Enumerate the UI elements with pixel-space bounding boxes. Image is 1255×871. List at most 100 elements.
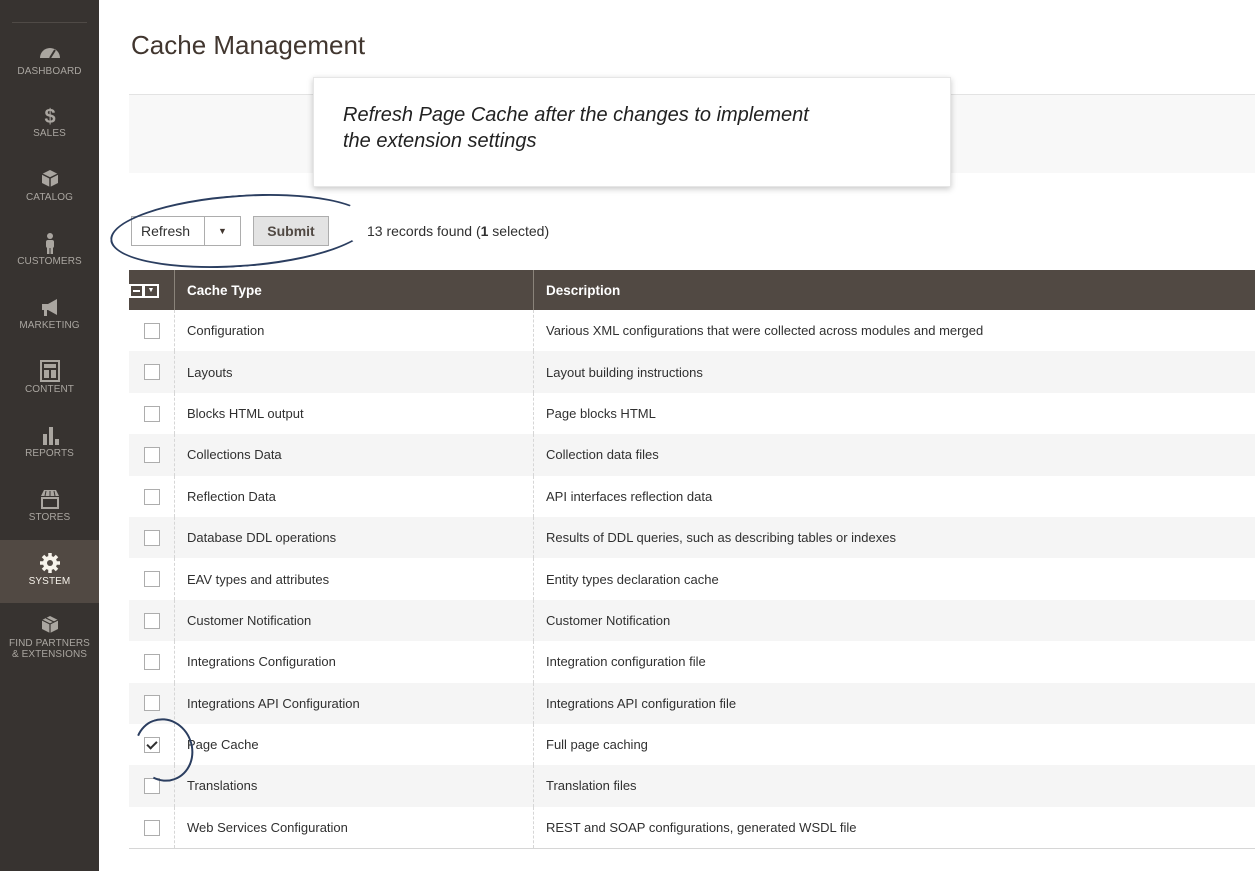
- records-count: 13 records found (1 selected): [367, 223, 549, 239]
- description-cell: Collection data files: [533, 434, 1255, 476]
- svg-text:$: $: [44, 106, 55, 126]
- sidebar-item-stores[interactable]: STORES: [0, 482, 99, 544]
- table-row[interactable]: Reflection Data API interfaces reflectio…: [129, 475, 1255, 517]
- sidebar-item-catalog[interactable]: CATALOG: [0, 162, 99, 224]
- description-cell: Results of DDL queries, such as describi…: [533, 516, 1255, 559]
- description-cell: API interfaces reflection data: [533, 475, 1255, 517]
- table-row[interactable]: Integrations API Configuration Integrati…: [129, 682, 1255, 724]
- description-cell: Layout building instructions: [533, 351, 1255, 393]
- sidebar-divider: [12, 22, 87, 23]
- row-checkbox-cell[interactable]: [129, 516, 175, 559]
- table-row[interactable]: Blocks HTML output Page blocks HTML: [129, 392, 1255, 435]
- grid-body: Configuration Various XML configurations…: [129, 310, 1255, 850]
- cache-type-cell: Database DDL operations: [174, 516, 534, 559]
- sidebar-item-reports[interactable]: REPORTS: [0, 418, 99, 480]
- cache-type-cell: Web Services Configuration: [174, 806, 534, 850]
- description-cell: Entity types declaration cache: [533, 558, 1255, 600]
- sidebar-item-marketing[interactable]: MARKETING: [0, 290, 99, 352]
- page-title: Cache Management: [131, 30, 366, 60]
- sidebar-item-find-partners[interactable]: FIND PARTNERS & EXTENSIONS: [0, 608, 99, 672]
- sidebar-label: CONTENT: [24, 384, 75, 395]
- sidebar-label: FIND PARTNERS: [9, 638, 90, 649]
- table-row[interactable]: Layouts Layout building instructions: [129, 351, 1255, 393]
- sidebar-label: & EXTENSIONS: [11, 649, 88, 660]
- row-checkbox-cell[interactable]: [129, 434, 175, 476]
- records-suffix: selected): [488, 223, 550, 239]
- table-row[interactable]: Configuration Various XML configurations…: [129, 310, 1255, 352]
- row-checkbox[interactable]: [143, 488, 160, 505]
- admin-sidebar: DASHBOARD $ SALES CATALOG CUSTOMERS MARK…: [0, 0, 99, 871]
- cache-types-grid: ▼ Cache Type Description Configuration V…: [129, 270, 1255, 850]
- table-row[interactable]: Database DDL operations Results of DDL q…: [129, 516, 1255, 559]
- row-checkbox[interactable]: [143, 819, 160, 836]
- gauge-icon: [39, 48, 60, 59]
- table-row[interactable]: Customer Notification Customer Notificat…: [129, 599, 1255, 642]
- row-checkbox[interactable]: [143, 571, 160, 588]
- highlight-oval: [107, 186, 373, 276]
- table-row[interactable]: Collections Data Collection data files: [129, 434, 1255, 476]
- cache-type-cell: Integrations Configuration: [174, 641, 534, 683]
- cache-type-cell: Layouts: [174, 351, 534, 393]
- cache-type-cell: Page Cache: [174, 723, 534, 766]
- description-cell: Various XML configurations that were col…: [533, 310, 1255, 352]
- grid-header-row: ▼ Cache Type Description: [129, 270, 1255, 310]
- instruction-callout: Refresh Page Cache after the changes to …: [313, 77, 951, 187]
- row-checkbox[interactable]: [143, 654, 160, 671]
- callout-text-line-1: Refresh Page Cache after the changes to …: [343, 104, 809, 126]
- row-checkbox[interactable]: [143, 405, 160, 422]
- row-checkbox-cell[interactable]: [129, 310, 175, 352]
- table-row[interactable]: Page Cache Full page caching: [129, 723, 1255, 766]
- layout-icon: [39, 360, 60, 382]
- table-row[interactable]: Web Services Configuration REST and SOAP…: [129, 806, 1255, 850]
- cache-type-cell: Blocks HTML output: [174, 392, 534, 435]
- person-icon: [45, 233, 54, 254]
- megaphone-icon: [41, 299, 57, 316]
- description-cell: Full page caching: [533, 723, 1255, 766]
- sidebar-item-system[interactable]: SYSTEM: [0, 540, 99, 603]
- row-checkbox[interactable]: [143, 447, 160, 464]
- sidebar-item-customers[interactable]: CUSTOMERS: [0, 226, 99, 288]
- sidebar-label: SYSTEM: [28, 576, 71, 587]
- row-checkbox[interactable]: [143, 612, 160, 629]
- sidebar-label: MARKETING: [19, 320, 80, 331]
- row-checkbox-cell[interactable]: [129, 475, 175, 517]
- sidebar-item-dashboard[interactable]: DASHBOARD: [0, 36, 99, 98]
- gear-icon: [39, 553, 60, 573]
- table-row[interactable]: Integrations Configuration Integration c…: [129, 641, 1255, 683]
- description-cell: Translation files: [533, 765, 1255, 807]
- cache-type-cell: Customer Notification: [174, 599, 534, 642]
- row-checkbox[interactable]: [143, 322, 160, 339]
- bar-chart-icon: [42, 427, 59, 445]
- sidebar-label: SALES: [33, 128, 66, 139]
- callout-text-line-2: the extension settings: [343, 130, 537, 152]
- deselect-icon: [131, 285, 142, 296]
- column-header-cache-type[interactable]: Cache Type: [174, 270, 534, 310]
- mass-select-header[interactable]: ▼: [129, 270, 175, 310]
- chevron-down-icon: ▼: [145, 285, 157, 296]
- sidebar-label: REPORTS: [25, 448, 74, 459]
- cache-type-cell: Configuration: [174, 310, 534, 352]
- cache-type-cell: Reflection Data: [174, 475, 534, 517]
- row-checkbox[interactable]: [143, 364, 160, 381]
- sidebar-item-sales[interactable]: $ SALES: [0, 98, 99, 160]
- dollar-icon: $: [44, 106, 55, 126]
- table-row[interactable]: Translations Translation files: [129, 765, 1255, 807]
- table-row[interactable]: EAV types and attributes Entity types de…: [129, 558, 1255, 600]
- cache-type-cell: Collections Data: [174, 434, 534, 476]
- row-checkbox[interactable]: [143, 695, 160, 712]
- row-checkbox-cell[interactable]: [129, 392, 175, 435]
- mass-select-control[interactable]: ▼: [129, 283, 159, 298]
- sidebar-label: STORES: [28, 512, 71, 523]
- column-header-description[interactable]: Description: [533, 270, 1255, 310]
- cache-type-cell: Integrations API Configuration: [174, 682, 534, 724]
- row-checkbox-cell[interactable]: [129, 806, 175, 850]
- description-cell: Customer Notification: [533, 599, 1255, 642]
- row-checkbox-cell[interactable]: [129, 599, 175, 642]
- cubes-icon: [41, 616, 58, 633]
- row-checkbox-cell[interactable]: [129, 641, 175, 683]
- row-checkbox[interactable]: [143, 529, 160, 546]
- storefront-icon: [40, 490, 59, 509]
- row-checkbox-cell[interactable]: [129, 351, 175, 393]
- sidebar-item-content[interactable]: CONTENT: [0, 354, 99, 416]
- row-checkbox-cell[interactable]: [129, 558, 175, 600]
